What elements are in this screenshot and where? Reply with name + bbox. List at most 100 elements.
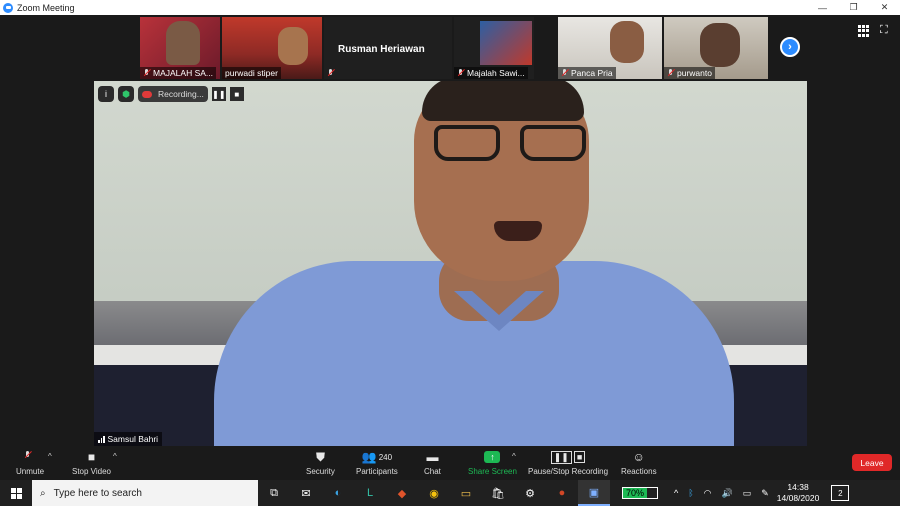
- mail-icon[interactable]: ✉: [290, 480, 322, 506]
- info-icon[interactable]: i: [98, 86, 114, 102]
- window-title: Zoom Meeting: [17, 2, 75, 13]
- share-options-caret[interactable]: ^: [512, 452, 516, 461]
- fullscreen-icon[interactable]: ⛶: [880, 24, 892, 36]
- wifi-icon[interactable]: ◠: [704, 488, 712, 499]
- unmute-label: Unmute: [16, 467, 45, 476]
- participant-video: [278, 27, 308, 65]
- leave-button[interactable]: Leave: [852, 454, 892, 471]
- participant-thumb[interactable]: Panca Pria: [558, 17, 662, 79]
- encryption-shield-icon[interactable]: ⬢: [118, 86, 134, 102]
- mic-muted-icon: [143, 69, 151, 77]
- participant-name: Majalah Sawi...: [467, 68, 525, 78]
- mic-muted-icon: [457, 69, 465, 77]
- participant-video: [610, 21, 644, 63]
- chat-label: Chat: [424, 467, 441, 476]
- chrome-browser-icon[interactable]: ◉: [418, 480, 450, 506]
- participant-name: Rusman Heriawan: [338, 44, 425, 55]
- share-arrow-icon: ↑: [484, 451, 501, 463]
- participant-name: MAJALAH SA...: [153, 68, 213, 78]
- volume-icon[interactable]: 🔊: [722, 488, 733, 499]
- participants-button[interactable]: 👥 240 Participants: [356, 449, 398, 476]
- share-screen-button[interactable]: ↑ Share Screen: [468, 449, 517, 476]
- recording-label: Recording...: [158, 89, 204, 99]
- chat-button[interactable]: ▬ Chat: [424, 449, 441, 476]
- pause-stop-recording-button[interactable]: ❚❚ ■ Pause/Stop Recording: [528, 449, 608, 476]
- clock-date: 14/08/2020: [776, 493, 820, 503]
- file-explorer-icon[interactable]: ▭: [450, 480, 482, 506]
- mic-muted-icon: [327, 69, 335, 77]
- security-button[interactable]: ⛊ Security: [306, 449, 335, 477]
- system-tray: ^ ᛒ ◠ 🔊 ▭ ✎: [674, 488, 769, 499]
- launcher-app-icon[interactable]: L: [354, 480, 386, 506]
- system-clock[interactable]: 14:38 14/08/2020: [777, 482, 820, 504]
- start-button[interactable]: [0, 480, 32, 506]
- stop-recording-button[interactable]: ■: [229, 87, 244, 101]
- participant-video: [166, 21, 200, 65]
- store-icon[interactable]: 🛍: [482, 480, 514, 506]
- speaker-glasses: [434, 125, 614, 165]
- settings-gear-icon[interactable]: ⚙: [514, 480, 546, 506]
- stop-video-label: Stop Video: [72, 467, 111, 476]
- zoom-app-icon[interactable]: ▣: [578, 480, 610, 506]
- battery-indicator[interactable]: 70%: [622, 487, 658, 499]
- restore-button[interactable]: ❐: [838, 0, 869, 15]
- zoom-logo-icon: [3, 2, 13, 13]
- clock-time: 14:38: [787, 482, 809, 492]
- edge-browser-icon[interactable]: ◐: [322, 480, 354, 506]
- task-view-icon[interactable]: ⧉: [258, 480, 290, 506]
- participant-thumb[interactable]: purwanto: [664, 17, 768, 79]
- share-screen-label: Share Screen: [468, 467, 517, 476]
- meeting-area: MAJALAH SA... purwadi stiper Rusman Heri…: [0, 15, 900, 446]
- participant-name: purwadi stiper: [225, 68, 278, 78]
- participant-name-tag: Panca Pria: [558, 67, 616, 79]
- video-options-caret[interactable]: ^: [113, 452, 117, 461]
- stop-video-button[interactable]: ■ Stop Video: [72, 449, 111, 476]
- participant-thumb[interactable]: MAJALAH SA...: [140, 17, 220, 79]
- participant-video: [480, 21, 532, 65]
- mic-muted-icon: [561, 69, 569, 77]
- chevron-right-icon: ›: [788, 41, 792, 53]
- bluetooth-icon[interactable]: ᛒ: [688, 488, 693, 498]
- audio-options-caret[interactable]: ^: [48, 452, 52, 461]
- participant-thumb[interactable]: Majalah Sawi...: [454, 17, 534, 79]
- speaker-mouth: [494, 221, 542, 241]
- notification-center-icon[interactable]: 2: [831, 485, 850, 501]
- pause-icon: ❚❚: [550, 450, 572, 464]
- battery-icon[interactable]: ▭: [743, 488, 752, 499]
- next-page-button[interactable]: ›: [780, 37, 800, 57]
- participant-video: [700, 23, 740, 67]
- participant-name: purwanto: [677, 68, 712, 78]
- chevron-up-icon[interactable]: ^: [674, 488, 678, 498]
- powerpoint-icon[interactable]: ●: [546, 480, 578, 506]
- speaker-name: Samsul Bahri: [107, 434, 159, 444]
- gallery-view-icon[interactable]: [858, 25, 870, 37]
- stop-icon: ■: [573, 451, 586, 463]
- participant-thumb[interactable]: purwadi stiper: [222, 17, 322, 79]
- participant-thumb[interactable]: Rusman Heriawan: [324, 17, 452, 79]
- participant-name-tag: MAJALAH SA...: [140, 67, 216, 79]
- speaker-hair: [422, 81, 584, 121]
- reactions-button[interactable]: ☺ Reactions: [621, 449, 657, 476]
- mic-muted-icon: [24, 451, 36, 463]
- notification-count: 2: [838, 488, 843, 498]
- video-camera-icon: ■: [87, 450, 96, 464]
- cloud-record-icon: [142, 90, 152, 98]
- pen-icon[interactable]: ✎: [761, 488, 769, 499]
- taskbar-search[interactable]: ⌕ Type here to search: [32, 480, 258, 506]
- windows-logo-icon: [10, 487, 22, 499]
- reactions-label: Reactions: [621, 467, 657, 476]
- participant-name: Panca Pria: [571, 68, 613, 78]
- minimize-button[interactable]: —: [807, 0, 838, 15]
- participant-name-tag: [324, 67, 338, 79]
- close-button[interactable]: ✕: [869, 0, 900, 15]
- mic-muted-icon: [667, 69, 675, 77]
- unmute-button[interactable]: Unmute: [16, 449, 44, 476]
- participant-name-tag: purwanto: [664, 67, 715, 79]
- participant-name-tag: purwadi stiper: [222, 67, 281, 79]
- pause-recording-button[interactable]: ❚❚: [211, 87, 226, 101]
- office-app-icon[interactable]: ◆: [386, 480, 418, 506]
- participants-icon: 👥: [361, 450, 377, 464]
- search-placeholder: Type here to search: [53, 487, 142, 499]
- participant-name-tag: Majalah Sawi...: [454, 67, 528, 79]
- speaker-name-tag: Samsul Bahri: [94, 432, 163, 446]
